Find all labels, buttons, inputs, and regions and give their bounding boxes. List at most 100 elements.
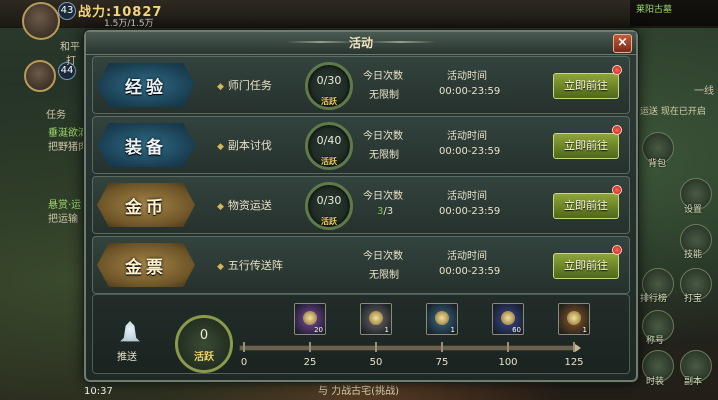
task-name-text: 物资运送 <box>227 199 272 212</box>
activity-progress-ring: 0/30 活跃 <box>305 62 353 110</box>
activity-row: 装备 ◆ 副本讨伐 0/40 活跃 今日次数 无限制 活动时间 00:00-23:… <box>92 116 630 174</box>
activity-dialog: 活动 × 经验 ◆ 师门任务 0/30 活跃 今日次数 无限制 活动时间 00:0… <box>84 30 638 382</box>
bullet-icon: ◆ <box>217 142 224 152</box>
title-ornament-right <box>366 41 436 43</box>
time-value: 00:00-23:59 <box>439 266 501 277</box>
go-now-button[interactable]: 立即前往 <box>553 253 619 279</box>
reward-item-icon <box>303 311 317 325</box>
ranking-label: 排行榜 <box>640 294 668 304</box>
bottom-chat-line: 与 力战古宅(挑战) <box>318 386 399 397</box>
count-value: 无限制 <box>369 90 399 101</box>
quest1-title[interactable]: 垂涎欲滴 <box>48 124 88 139</box>
map-name: 莱阳古墓 <box>636 5 673 15</box>
task-tab[interactable]: 任务 <box>46 106 66 121</box>
reward-qty: 20 <box>314 326 323 334</box>
treasure-label: 打宝 <box>684 294 703 304</box>
time-label: 活动时间 <box>447 71 487 82</box>
player-level: 43 <box>58 2 76 20</box>
count-label: 今日次数 <box>363 251 403 262</box>
tick-label: 75 <box>435 357 449 368</box>
tick-label: 25 <box>303 357 317 368</box>
title-ornament-left <box>286 41 356 43</box>
task-name-text: 五行传送阵 <box>227 259 283 272</box>
reward-badge: 装备 <box>97 123 195 167</box>
reward-item-icon <box>435 311 449 325</box>
progress-label: 活跃 <box>321 217 337 226</box>
activity-row: 金票 ◆ 五行传送阵 今日次数 无限制 活动时间 00:00-23:59 立即前往 <box>92 236 630 294</box>
time-value: 00:00-23:59 <box>439 146 501 157</box>
task-name: ◆ 副本讨伐 <box>217 137 272 153</box>
activity-track <box>239 345 579 351</box>
settings-label: 设置 <box>684 205 703 215</box>
fashion-label: 时装 <box>646 377 665 387</box>
reward-qty: 1 <box>450 326 455 334</box>
activity-progress-ring: 0/30 活跃 <box>305 182 353 230</box>
push-label: 推送 <box>117 352 137 363</box>
notification-dot-icon <box>612 65 622 75</box>
reward-chest-icon[interactable]: 20 <box>294 303 326 335</box>
reward-item-icon <box>369 311 383 325</box>
reward-qty: 1 <box>384 326 389 334</box>
count-label: 今日次数 <box>363 71 403 82</box>
reward-qty: 1 <box>582 326 587 334</box>
bullet-icon: ◆ <box>217 262 224 272</box>
track-tick <box>243 342 245 352</box>
quest2-title[interactable]: 悬赏·运 <box>48 196 81 211</box>
count-total: /3 <box>383 206 394 217</box>
reward-chest-icon[interactable]: 1 <box>426 303 458 335</box>
time-label: 活动时间 <box>447 131 487 142</box>
count-value: 无限制 <box>369 270 399 281</box>
progress-label: 活跃 <box>321 157 337 166</box>
notification-dot-icon <box>612 185 622 195</box>
activity-progress-ring: 0/40 活跃 <box>305 122 353 170</box>
dungeon-label: 副本 <box>684 377 703 387</box>
tick-label: 125 <box>564 357 584 368</box>
count-label: 今日次数 <box>363 191 403 202</box>
track-tick <box>507 342 509 352</box>
track-end-arrow-icon <box>575 344 581 352</box>
reward-chest-icon[interactable]: 60 <box>492 303 524 335</box>
task-name: ◆ 五行传送阵 <box>217 257 283 273</box>
notification-dot-icon <box>612 245 622 255</box>
player-avatar[interactable] <box>22 2 60 40</box>
track-tick <box>441 342 443 352</box>
bell-icon[interactable] <box>120 321 140 342</box>
task-name: ◆ 物资运送 <box>217 197 272 213</box>
progress-value: 0/30 <box>316 194 342 207</box>
bag-label: 背包 <box>648 159 667 169</box>
clock: 10:37 <box>84 386 113 397</box>
skills-label: 技能 <box>684 250 703 260</box>
time-value: 00:00-23:59 <box>439 86 501 97</box>
tick-label: 0 <box>240 357 248 368</box>
title-label: 称号 <box>646 336 665 346</box>
reward-badge: 经验 <box>97 63 195 107</box>
reward-item-icon <box>567 311 581 325</box>
hp-readout: 1.5万/1.5万 <box>104 19 154 29</box>
reward-chest-icon[interactable]: 1 <box>360 303 392 335</box>
count-label: 今日次数 <box>363 131 403 142</box>
go-now-button[interactable]: 立即前往 <box>553 73 619 99</box>
pet-avatar[interactable] <box>24 60 56 92</box>
activity-progress-panel: 推送 0 活跃 0 25 20 50 1 75 1 100 60 125 1 <box>92 294 630 374</box>
activity-row: 金币 ◆ 物资运送 0/30 活跃 今日次数 3/3 活动时间 00:00-23:… <box>92 176 630 234</box>
quest1-desc: 把野猪肉 <box>48 142 88 153</box>
track-tick <box>375 342 377 352</box>
track-tick <box>573 342 575 352</box>
reward-chest-icon[interactable]: 1 <box>558 303 590 335</box>
quest2-desc: 把运输 <box>48 214 78 225</box>
task-name-text: 师门任务 <box>227 79 272 92</box>
minimap[interactable]: 莱阳古墓 <box>630 0 718 26</box>
progress-value: 0/40 <box>316 134 342 147</box>
go-now-button[interactable]: 立即前往 <box>553 133 619 159</box>
time-label: 活动时间 <box>447 251 487 262</box>
time-value: 00:00-23:59 <box>439 206 501 217</box>
name-label-1: 和平 <box>60 42 80 53</box>
reward-item-icon <box>501 311 515 325</box>
count-value: 无限制 <box>369 150 399 161</box>
bullet-icon: ◆ <box>217 202 224 212</box>
progress-value: 0/30 <box>316 74 342 87</box>
time-label: 活动时间 <box>447 191 487 202</box>
reward-badge: 金票 <box>97 243 195 287</box>
go-now-button[interactable]: 立即前往 <box>553 193 619 219</box>
close-icon[interactable]: × <box>613 34 632 53</box>
